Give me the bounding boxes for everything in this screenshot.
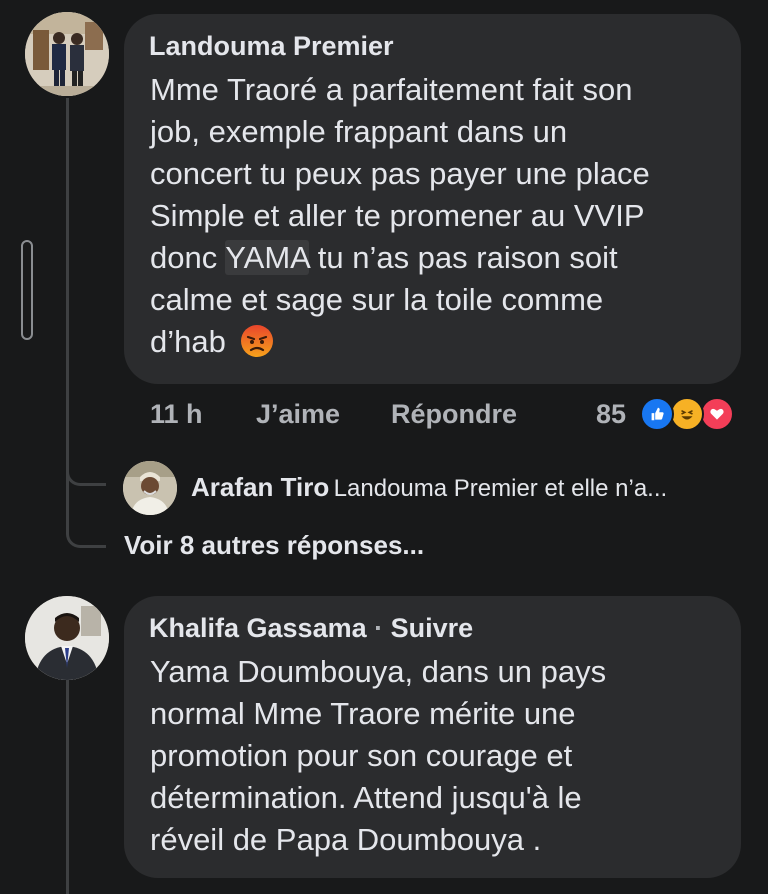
thread-connector-line bbox=[66, 510, 106, 548]
comment-line: Simple et aller te promener au VVIP bbox=[150, 198, 645, 233]
angry-face-emoji-icon bbox=[240, 324, 274, 358]
comment-line: Yama Doumbouya, dans un pays bbox=[150, 654, 607, 689]
comment-time[interactable]: 11 h bbox=[150, 399, 203, 430]
comment-text: Mme Traoré a parfaitement fait son job, … bbox=[150, 69, 650, 363]
avatar[interactable] bbox=[25, 596, 109, 680]
comment-line: concert tu peux pas payer une place bbox=[150, 156, 650, 191]
haha-icon bbox=[670, 397, 704, 431]
comment-author[interactable]: Khalifa Gassama bbox=[149, 613, 367, 643]
reply-preview[interactable]: Arafan Tiro Landouma Premier et elle n’a… bbox=[191, 472, 667, 503]
separator-dot: · bbox=[366, 613, 391, 643]
follow-button[interactable]: Suivre bbox=[391, 613, 474, 643]
more-replies-link[interactable]: Voir 8 autres réponses... bbox=[124, 530, 424, 561]
like-button[interactable]: J’aime bbox=[256, 399, 340, 430]
comment-line: job, exemple frappant dans un bbox=[150, 114, 568, 149]
comment-text-fragment: tu n’as pas raison soit bbox=[309, 240, 618, 275]
comment-line: normal Mme Traore mérite une bbox=[150, 696, 576, 731]
comment-text-fragment: d’hab bbox=[150, 324, 226, 359]
comment-line: Mme Traoré a parfaitement fait son bbox=[150, 72, 633, 107]
thread-line bbox=[66, 98, 69, 526]
like-icon bbox=[640, 397, 674, 431]
avatar[interactable] bbox=[25, 12, 109, 96]
comment-author[interactable]: Landouma Premier bbox=[149, 31, 394, 62]
reply-avatar[interactable] bbox=[123, 461, 177, 515]
comment-line: promotion pour son courage et bbox=[150, 738, 573, 773]
comment-line: donc YAMA tu n’as pas raison soit bbox=[150, 237, 650, 279]
scrollbar-thumb[interactable] bbox=[21, 240, 33, 340]
comment-text-fragment: donc bbox=[150, 240, 226, 275]
love-icon bbox=[700, 397, 734, 431]
comment-bubble: Landouma Premier Mme Traoré a parfaiteme… bbox=[124, 14, 741, 384]
comment-line: d’hab bbox=[150, 321, 650, 363]
reply-button[interactable]: Répondre bbox=[391, 399, 517, 430]
comment-line: réveil de Papa Doumbouya . bbox=[150, 822, 542, 857]
comment-line: détermination. Attend jusqu'à le bbox=[150, 780, 582, 815]
reaction-count[interactable]: 85 bbox=[596, 399, 626, 430]
comment-header: Khalifa Gassama · Suivre bbox=[149, 613, 473, 644]
mention-tag[interactable]: YAMA bbox=[225, 240, 310, 275]
comment-text: Yama Doumbouya, dans un pays normal Mme … bbox=[150, 651, 606, 861]
reply-snippet: Landouma Premier et elle n’a... bbox=[333, 475, 668, 502]
comment-line: calme et sage sur la toile comme bbox=[150, 282, 604, 317]
thread-line bbox=[66, 680, 69, 894]
reply-author[interactable]: Arafan Tiro bbox=[191, 472, 329, 502]
thread-connector-line bbox=[66, 466, 106, 486]
comment-bubble: Khalifa Gassama · Suivre Yama Doumbouya,… bbox=[124, 596, 741, 878]
reaction-stack[interactable] bbox=[640, 397, 744, 431]
